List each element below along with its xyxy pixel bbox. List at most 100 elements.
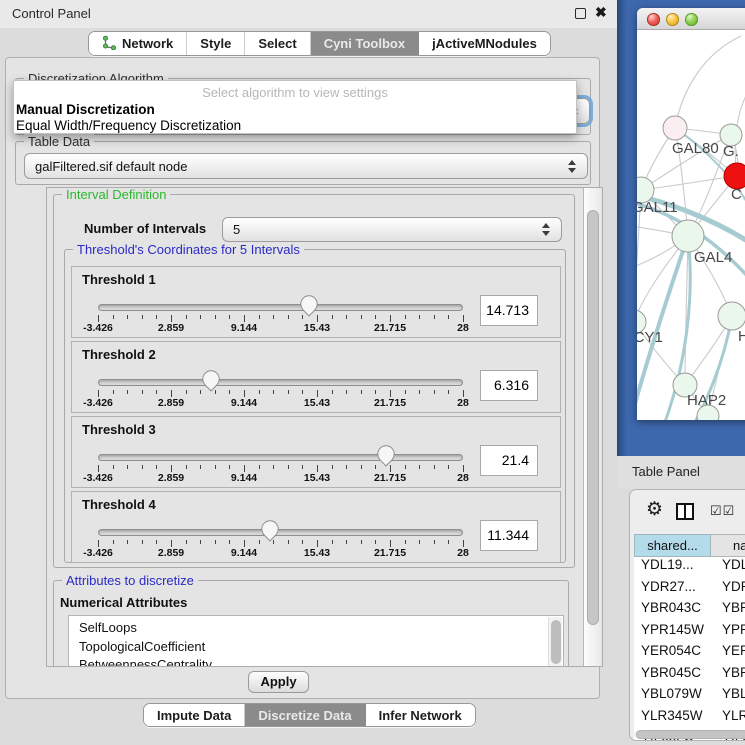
cell-shared-name: YBR043C (634, 600, 711, 622)
apply-button[interactable]: Apply (248, 671, 309, 693)
slider-track[interactable] (98, 304, 463, 311)
number-of-intervals-label: Number of Intervals (84, 221, 206, 236)
settings-vscrollbar-thumb[interactable] (587, 210, 599, 625)
cell-shared-name: YDR27... (634, 579, 711, 601)
slider-tick (361, 465, 362, 469)
slider-tick (127, 390, 128, 394)
cyni-toolbox-panel: Discretization Algorithm Table Data galF… (5, 57, 600, 699)
checkbox-icons[interactable]: ☑☑ (710, 503, 735, 519)
threshold-2-box: Threshold 2-3.4262.8599.14415.4321.71528… (71, 341, 561, 413)
minimize-traffic-light-icon[interactable] (666, 13, 679, 26)
slider-tick (186, 465, 187, 469)
network-node-label: GAL4 (694, 249, 732, 266)
tab-network[interactable]: Network (89, 32, 186, 55)
threshold-value-field[interactable]: 21.4 (480, 445, 538, 476)
slider-track[interactable] (98, 529, 463, 536)
algorithm-popup-hint: Select algorithm to view settings (14, 85, 576, 100)
network-node-gal4[interactable] (672, 220, 704, 252)
slider-tick (200, 315, 201, 319)
slider-tick (229, 540, 230, 544)
close-icon[interactable]: ✖ (595, 4, 607, 21)
table-row[interactable]: YER054CYER0 (634, 643, 745, 665)
slider-tick (259, 390, 260, 394)
table-row[interactable]: YPR145WYPR1 (634, 622, 745, 644)
slider-tick (156, 315, 157, 319)
slider-thumb[interactable] (377, 445, 395, 472)
slider-tick (390, 540, 391, 547)
threshold-value-field[interactable]: 6.316 (480, 370, 538, 401)
slider-tick (332, 315, 333, 319)
tab-label: Impute Data (157, 708, 231, 723)
network-node-h[interactable] (718, 302, 745, 330)
slider-thumb[interactable] (261, 520, 279, 547)
list-scrollbar[interactable] (548, 617, 562, 667)
slider-track[interactable] (98, 454, 463, 461)
attribute-list-item[interactable]: BetweennessCentrality (69, 656, 563, 667)
slider-tick (448, 315, 449, 319)
tab-impute-data[interactable]: Impute Data (144, 704, 244, 726)
network-canvas[interactable]: GAL80G.CGAL11GAL4GCY1HHAP2 (637, 30, 745, 420)
slider-thumb[interactable] (300, 295, 318, 322)
popup-option-manual-discretization[interactable]: Manual Discretization (16, 102, 155, 117)
tab-select[interactable]: Select (244, 32, 309, 55)
slider-track[interactable] (98, 379, 463, 386)
threshold-3-box: Threshold 3-3.4262.8599.14415.4321.71528… (71, 416, 561, 488)
column-layout-icon[interactable] (676, 503, 694, 520)
list-scrollbar-thumb[interactable] (551, 620, 561, 664)
table-panel-titlebar: Table Panel (617, 456, 745, 489)
slider-tick (273, 390, 274, 394)
slider-tick-label: 21.715 (358, 397, 422, 409)
slider-tick-label: 2.859 (139, 397, 203, 409)
attribute-list-item[interactable]: TopologicalCoefficient (69, 638, 563, 657)
slider-tick-label: 15.43 (285, 397, 349, 409)
tab-jactivemnodules[interactable]: jActiveMNodules (418, 32, 550, 55)
slider-tick (375, 465, 376, 469)
column-header-name[interactable]: name (711, 534, 745, 557)
slider-tick (113, 465, 114, 469)
threshold-value-field[interactable]: 14.713 (480, 295, 538, 326)
slider-tick-label: 9.144 (212, 322, 276, 334)
slider-tick (405, 390, 406, 394)
network-node-gal80[interactable] (663, 116, 687, 140)
settings-vscrollbar[interactable] (583, 188, 601, 666)
slider-tick (171, 465, 172, 472)
slider-tick-label: -3.426 (66, 547, 130, 559)
tab-infer-network[interactable]: Infer Network (365, 704, 475, 726)
table-hscrollbar-thumb[interactable] (636, 730, 745, 739)
table-data-combobox[interactable]: galFiltered.sif default node (24, 153, 588, 179)
slider-tick-label: 2.859 (139, 547, 203, 559)
slider-tick (200, 540, 201, 544)
column-header-shared-name[interactable]: shared... (634, 534, 711, 557)
number-of-intervals-combobox[interactable]: 5 (222, 217, 562, 242)
tab-label: jActiveMNodules (432, 36, 537, 51)
table-row[interactable]: YBL079WYBL0 (634, 686, 745, 708)
popup-option-equal-width[interactable]: Equal Width/Frequency Discretization (16, 118, 241, 133)
network-edge (675, 36, 741, 128)
float-window-icon[interactable] (575, 8, 586, 19)
cell-name: YBR0 (711, 665, 745, 687)
control-panel-titlebar: Control Panel (0, 0, 617, 28)
gear-icon[interactable]: ⚙ (646, 498, 663, 521)
tab-style[interactable]: Style (186, 32, 244, 55)
slider-tick-label: 2.859 (139, 472, 203, 484)
slider-tick-label: 21.715 (358, 547, 422, 559)
cell-name: YDR2 (711, 579, 745, 601)
table-row[interactable]: YBR043CYBR0 (634, 600, 745, 622)
threshold-label: Threshold 4 (82, 497, 156, 512)
table-hscrollbar[interactable] (634, 730, 745, 739)
slider-tick-label: 21.715 (358, 472, 422, 484)
tab-label: Select (258, 36, 296, 51)
slider-thumb[interactable] (202, 370, 220, 397)
table-row[interactable]: YDL19...YDL1 (634, 557, 745, 579)
zoom-traffic-light-icon[interactable] (685, 13, 698, 26)
attribute-list-item[interactable]: SelfLoops (69, 616, 563, 638)
threshold-value-field[interactable]: 11.344 (480, 520, 538, 551)
tab-discretize-data[interactable]: Discretize Data (244, 704, 364, 726)
tab-cyni-toolbox[interactable]: Cyni Toolbox (310, 32, 418, 55)
table-row[interactable]: YBR045CYBR0 (634, 665, 745, 687)
numerical-attributes-list[interactable]: SelfLoopsTopologicalCoefficientBetweenne… (68, 615, 564, 667)
table-row[interactable]: YDR27...YDR2 (634, 579, 745, 601)
panel-title: Control Panel (12, 6, 91, 21)
close-traffic-light-icon[interactable] (647, 13, 660, 26)
table-row[interactable]: YLR345WYLR3 (634, 708, 745, 730)
